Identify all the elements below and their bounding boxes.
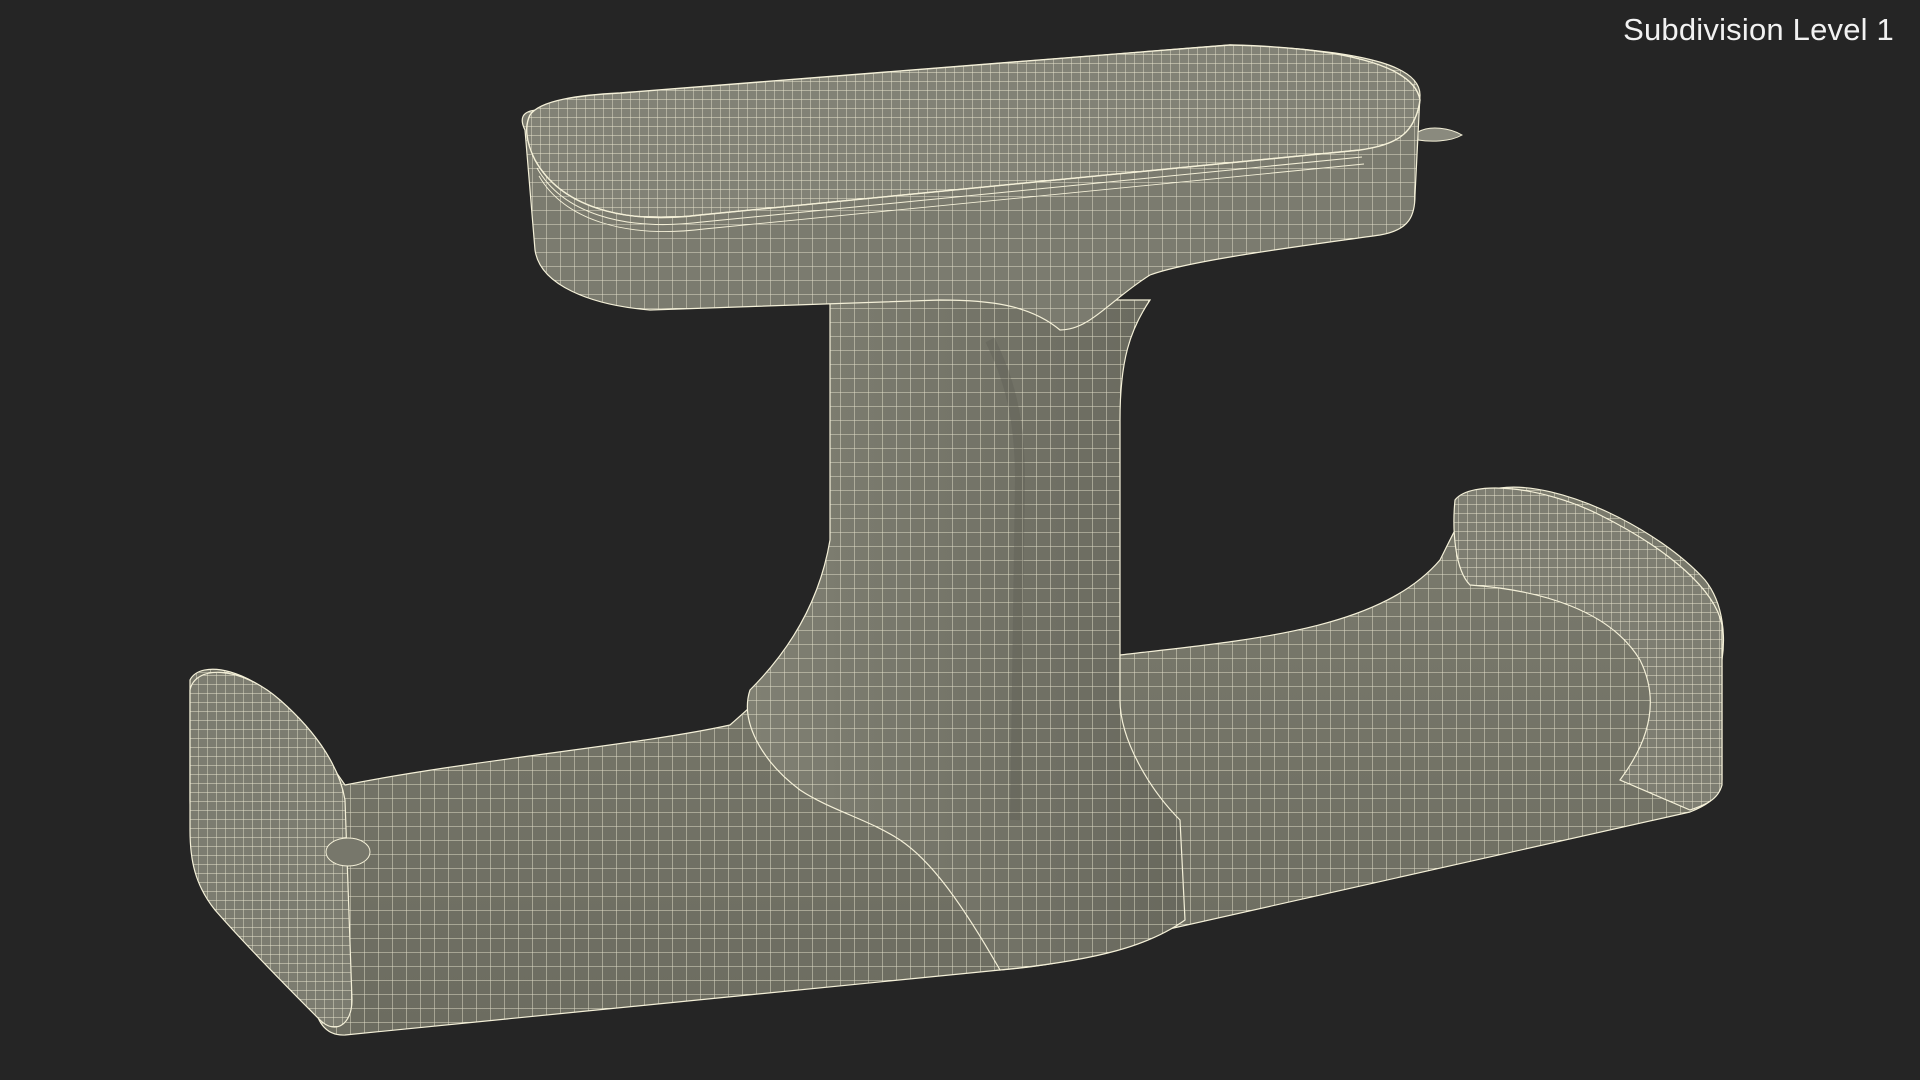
left-end-cap	[189, 671, 371, 1028]
3d-viewport[interactable]: Subdivision Level 1	[0, 0, 1920, 1080]
subdivision-level-label: Subdivision Level 1	[1623, 12, 1894, 47]
headphone-hanger-mesh	[189, 44, 1725, 1036]
top-plate	[521, 44, 1463, 331]
